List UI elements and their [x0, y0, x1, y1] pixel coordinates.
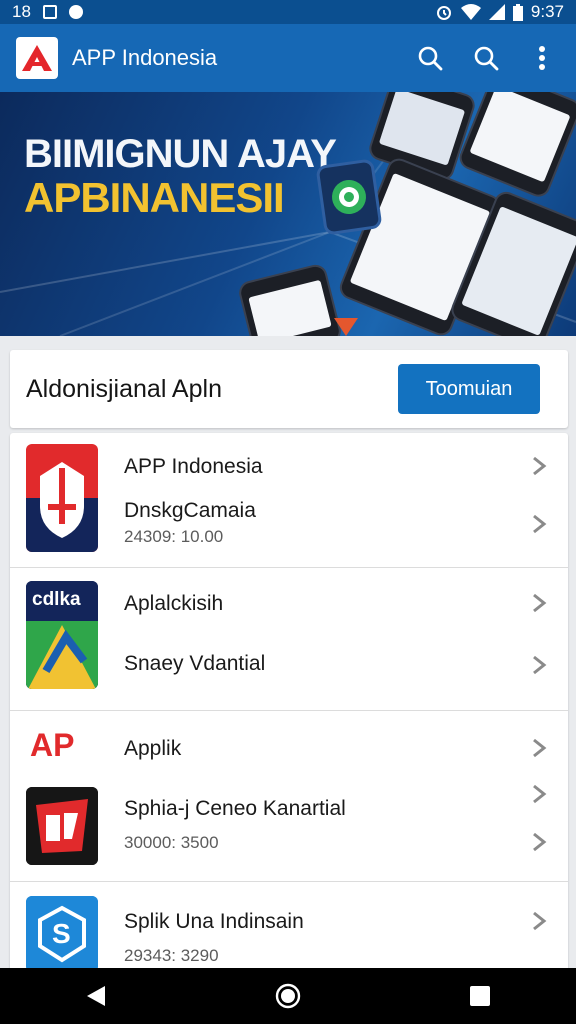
section-header-card: Aldonisjianal Apln Toomuian — [10, 350, 568, 428]
recents-icon — [470, 986, 490, 1006]
app-title: Aplalckisih — [124, 592, 224, 615]
app-title: Splik Una Indinsain — [124, 910, 304, 933]
list-item[interactable]: APP Indonesia DnskgCamaia 24309: 10.00 — [10, 433, 568, 568]
app-icon-label: S — [52, 918, 71, 949]
chevron-right-icon[interactable] — [528, 654, 550, 676]
app-icon-label: AP — [30, 727, 75, 763]
signal-icon — [488, 4, 505, 20]
app-logo-icon — [22, 45, 52, 71]
list-item[interactable]: cdlka Aplalckisih Snaey Vdantial — [10, 568, 568, 711]
banner-app-badge — [315, 158, 383, 236]
app-icon-label: cdlka — [32, 589, 81, 610]
app-meta: 29343: 3290 — [124, 946, 219, 965]
notification-dot-icon — [68, 5, 83, 19]
chevron-right-icon[interactable] — [528, 455, 550, 477]
app-icon — [26, 444, 98, 552]
search-button-secondary[interactable] — [468, 40, 504, 76]
list-item[interactable]: S Splik Una Indinsain 29343: 3290 — [10, 882, 568, 973]
app-bar: APP Indonesia — [0, 24, 576, 92]
shield-icon — [26, 444, 98, 552]
chevron-right-icon[interactable] — [528, 737, 550, 759]
battery-icon — [512, 3, 523, 21]
app-title: APP Indonesia — [124, 455, 263, 478]
overflow-menu-button[interactable] — [524, 40, 560, 76]
promo-banner[interactable]: BIIMIGNUN AJAY APBINANESII — [0, 92, 576, 336]
banner-subheadline: APBINANESII — [24, 174, 285, 221]
status-bar: 18 9:37 — [0, 0, 576, 24]
more-vert-icon — [539, 46, 545, 70]
app-subtitle: Snaey Vdantial — [124, 652, 266, 675]
app-title: APP Indonesia — [72, 45, 218, 70]
status-time: 9:37 — [530, 2, 564, 21]
banner-accent-triangle — [334, 318, 358, 336]
back-icon — [87, 986, 105, 1006]
chevron-right-icon[interactable] — [528, 783, 550, 805]
search-icon — [418, 46, 443, 71]
app-title: Applik — [124, 737, 182, 760]
search-icon — [474, 46, 499, 71]
section-title: Aldonisjianal Apln — [26, 374, 222, 403]
notification-icon — [42, 5, 57, 19]
app-list: APP Indonesia DnskgCamaia 24309: 10.00 c… — [10, 433, 568, 973]
list-item[interactable]: AP Applik Sphia-j Ceneo Kanartial 30000:… — [10, 711, 568, 882]
chevron-right-icon[interactable] — [528, 592, 550, 614]
app-icon — [26, 787, 98, 865]
app-subtitle: DnskgCamaia — [124, 499, 256, 522]
app-subtitle: Sphia-j Ceneo Kanartial — [124, 797, 346, 820]
chat-bubble-icon — [332, 180, 366, 214]
home-icon — [275, 983, 301, 1009]
banner-headline: BIIMIGNUN AJAY — [24, 132, 337, 176]
app-icon: S — [26, 896, 98, 972]
status-time-left: 18 — [12, 2, 31, 21]
app-logo[interactable] — [16, 37, 58, 79]
back-button[interactable] — [72, 976, 120, 1016]
app-logo-icon — [26, 787, 98, 865]
chevron-right-icon[interactable] — [528, 513, 550, 535]
alarm-icon — [436, 6, 451, 20]
wifi-icon — [460, 4, 481, 20]
chevron-right-icon[interactable] — [528, 831, 550, 853]
system-nav-bar — [0, 968, 576, 1024]
home-button[interactable] — [264, 976, 312, 1016]
app-brand-mark: AP — [30, 727, 74, 764]
section-action-button[interactable]: Toomuian — [398, 364, 540, 414]
search-button[interactable] — [412, 40, 448, 76]
app-icon: cdlka — [26, 581, 98, 689]
recents-button[interactable] — [456, 976, 504, 1016]
chevron-right-icon[interactable] — [528, 910, 550, 932]
app-meta: 30000: 3500 — [124, 833, 219, 852]
app-meta: 24309: 10.00 — [124, 527, 224, 546]
